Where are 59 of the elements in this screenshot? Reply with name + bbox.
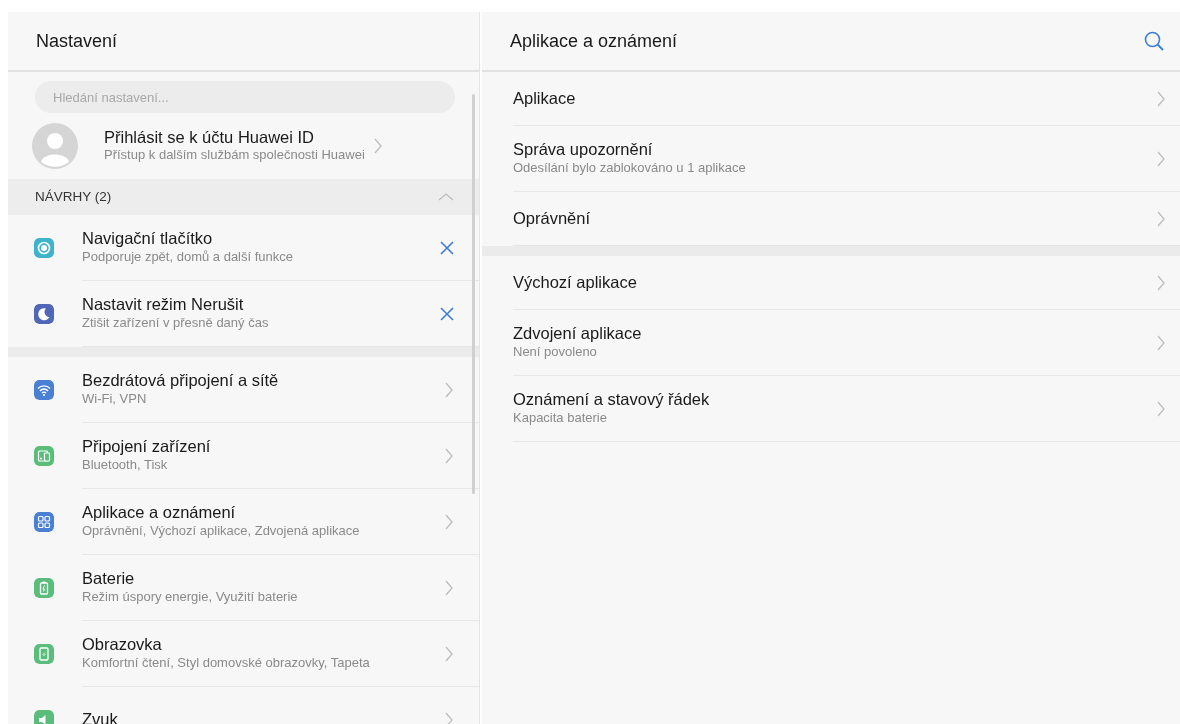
item-subtitle: Ztišit zařízení v přesně daný čas [82,314,270,332]
chevron-right-icon [1156,150,1166,167]
item-subtitle: Podporuje zpět, domů a další funkce [82,248,295,266]
item-title: Navigační tlačítko [82,229,214,249]
settings-row[interactable]: Zvuk [8,687,479,724]
item-title: Zdvojení aplikace [513,324,643,344]
panel-title: Aplikace a oznámení [510,29,678,53]
chevron-right-icon [1156,400,1166,417]
section-header[interactable]: NÁVRHY (2) [8,179,479,215]
list-row[interactable]: Oznámení a stavový řádek Kapacita baterie [513,376,1180,442]
search-icon[interactable] [1144,31,1164,51]
chevron-right-icon [444,447,454,464]
chevron-right-icon [444,381,454,398]
item-subtitle: Bluetooth, Tisk [82,456,169,474]
item-subtitle: Režim úspory energie, Využití baterie [82,588,299,606]
settings-row[interactable]: Obrazovka Komfortní čtení, Styl domovské obrazovky, Tapeta [8,621,479,687]
item-title: Výchozí aplikace [513,272,638,293]
chevron-right-icon [444,711,454,724]
chevron-right-icon [1156,334,1166,351]
chevron-right-icon [1156,90,1166,107]
list-row[interactable]: Zdvojení aplikace Není povoleno [513,310,1180,376]
item-title: Aplikace a oznámení [82,503,237,523]
item-title: Zvuk [82,709,119,724]
settings-row[interactable]: Baterie Režim úspory energie, Využití baterie [8,555,479,621]
list-row[interactable]: Výchozí aplikace [513,256,1180,310]
item-title: Baterie [82,569,136,589]
close-icon[interactable] [440,306,454,321]
item-subtitle: Odesílání bylo zablokováno u 1 aplikace [513,159,747,177]
item-title: Obrazovka [82,635,163,655]
item-title: Bezdrátová připojení a sítě [82,371,280,391]
panel-title: Nastavení [36,29,118,53]
chevron-right-icon [1156,274,1166,291]
chevron-right-icon [1156,210,1166,227]
list-row[interactable]: Aplikace [513,72,1180,126]
search-field[interactable]: Hledání nastavení... [35,81,455,113]
item-title: Aplikace [513,88,577,109]
item-title: Oznámení a stavový řádek [513,390,711,410]
item-subtitle: Není povoleno [513,343,598,361]
item-subtitle: Přístup k dalším službám společnosti Huawei [104,147,365,165]
item-title: Přihlásit se k účtu Huawei ID [104,127,315,148]
item-subtitle: Oprávnění, Výchozí aplikace, Zdvojená aplikace [82,522,361,540]
chevron-right-icon [444,579,454,596]
section-label: NÁVRHY (2) [35,187,112,206]
item-title: Připojení zařízení [82,437,212,457]
close-icon[interactable] [440,240,454,255]
account-row[interactable]: Přihlásit se k účtu Huawei ID Přístup k dalším službám společnosti Huawei [8,113,479,179]
item-subtitle: Kapacita baterie [513,409,608,427]
chevron-right-icon [444,645,454,662]
list-row[interactable]: Správa upozornění Odesílání bylo zablokováno u 1 aplikace [513,126,1180,192]
item-subtitle: Komfortní čtení, Styl domovské obrazovky, Tapeta [82,654,371,672]
avatar-icon [32,123,78,169]
item-title: Oprávnění [513,208,592,229]
item-title: Správa upozornění [513,140,654,160]
item-title: Nastavit režim Nerušit [82,295,245,315]
item-subtitle: Wi-Fi, VPN [82,390,148,408]
scrollbar[interactable] [472,94,475,494]
chevron-right-icon [444,513,454,530]
settings-row[interactable]: Aplikace a oznámení Oprávnění, Výchozí aplikace, Zdvojená aplikace [8,489,479,555]
chevron-right-icon [372,138,383,154]
